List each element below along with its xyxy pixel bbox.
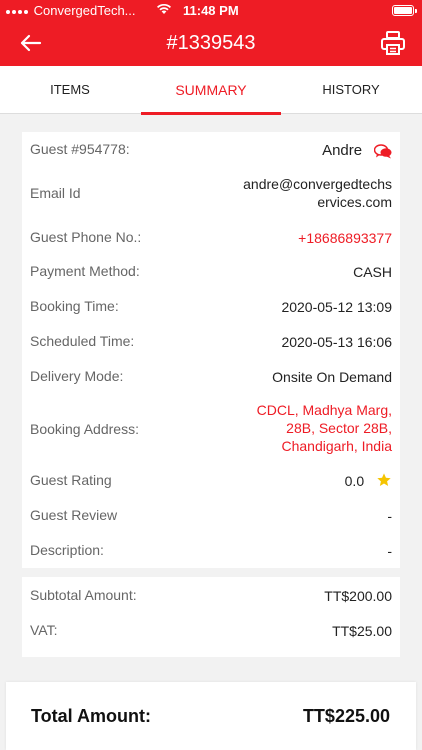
email-label: Email Id — [30, 185, 81, 201]
phone-link[interactable]: +18686893377 — [298, 229, 392, 247]
delivery-mode-label: Delivery Mode: — [30, 368, 124, 384]
delivery-mode-value: Onsite On Demand — [272, 369, 392, 385]
rating-row: Guest Rating 0.0 — [30, 472, 392, 492]
subtotal-label: Subtotal Amount: — [30, 587, 137, 603]
print-icon[interactable] — [380, 30, 406, 56]
total-label: Total Amount: — [31, 706, 151, 726]
tab-history[interactable]: HISTORY — [281, 66, 421, 114]
scheduled-time-row: Scheduled Time: 2020-05-13 16:06 — [30, 333, 392, 353]
order-details-card: Guest #954778: Andre Email Id andre@conv… — [22, 132, 400, 568]
page-title: #1339543 — [166, 32, 256, 54]
email-value-line2[interactable]: ervices.com — [243, 193, 392, 211]
review-value: - — [387, 508, 392, 524]
carrier-group: ConvergedTech... — [6, 3, 136, 18]
tab-items[interactable]: ITEMS — [0, 66, 140, 114]
booking-time-row: Booking Time: 2020-05-12 13:09 — [30, 298, 392, 318]
payment-row: Payment Method: CASH — [30, 263, 392, 283]
address-label: Booking Address: — [30, 421, 139, 437]
review-row: Guest Review - — [30, 507, 392, 527]
address-line1: CDCL, Madhya Marg, — [256, 402, 392, 418]
review-label: Guest Review — [30, 507, 118, 523]
scheduled-time-label: Scheduled Time: — [30, 333, 135, 349]
address-line3: Chandigarh, India — [281, 438, 392, 454]
tab-summary[interactable]: SUMMARY — [141, 66, 281, 115]
phone-row: Guest Phone No.: +18686893377 — [30, 229, 392, 249]
email-value-line1[interactable]: andre@convergedtechs — [243, 175, 392, 193]
subtotal-row: Subtotal Amount: TT$200.00 — [30, 587, 392, 607]
address-line2: 28B, Sector 28B, — [286, 420, 392, 436]
vat-label: VAT: — [30, 622, 58, 638]
delivery-mode-row: Delivery Mode: Onsite On Demand — [30, 368, 392, 388]
battery-icon — [392, 5, 417, 16]
phone-label: Guest Phone No.: — [30, 229, 142, 245]
guest-row: Guest #954778: Andre — [30, 141, 392, 161]
booking-time-label: Booking Time: — [30, 298, 119, 314]
email-row: Email Id andre@convergedtechs ervices.co… — [30, 175, 392, 215]
guest-value-group: Andre — [322, 141, 392, 160]
payment-label: Payment Method: — [30, 263, 140, 279]
description-label: Description: — [30, 542, 104, 558]
description-value: - — [387, 543, 392, 559]
wifi-icon — [157, 3, 171, 14]
star-icon — [377, 473, 391, 486]
carrier-label: ConvergedTech... — [33, 3, 136, 18]
subtotal-value: TT$200.00 — [324, 588, 392, 604]
rating-value-group: 0.0 — [345, 472, 392, 490]
booking-time-value: 2020-05-12 13:09 — [281, 299, 392, 315]
payment-value: CASH — [353, 264, 392, 280]
description-row: Description: - — [30, 542, 392, 562]
rating-value: 0.0 — [344, 473, 365, 489]
tab-bar: ITEMS SUMMARY HISTORY — [0, 66, 422, 115]
total-card: Total Amount: TT$225.00 — [6, 682, 416, 750]
guest-label: Guest #954778: — [30, 141, 130, 157]
scheduled-time-value: 2020-05-13 16:06 — [281, 334, 392, 350]
address-link[interactable]: CDCL, Madhya Marg, 28B, Sector 28B, Chan… — [257, 401, 392, 455]
status-time: 11:48 PM — [183, 3, 239, 18]
vat-value: TT$25.00 — [332, 623, 392, 639]
guest-name: Andre — [322, 142, 363, 159]
amounts-card: Subtotal Amount: TT$200.00 VAT: TT$25.00 — [22, 577, 400, 657]
app-header: ConvergedTech... 11:48 PM #1339543 — [0, 0, 422, 66]
address-row: Booking Address: CDCL, Madhya Marg, 28B,… — [30, 401, 392, 457]
email-value-group: andre@convergedtechs ervices.com — [243, 175, 392, 211]
total-value: TT$225.00 — [302, 706, 390, 726]
chat-icon[interactable] — [373, 143, 392, 159]
status-bar: ConvergedTech... 11:48 PM — [0, 0, 422, 22]
vat-row: VAT: TT$25.00 — [30, 622, 392, 642]
rating-label: Guest Rating — [30, 472, 112, 488]
